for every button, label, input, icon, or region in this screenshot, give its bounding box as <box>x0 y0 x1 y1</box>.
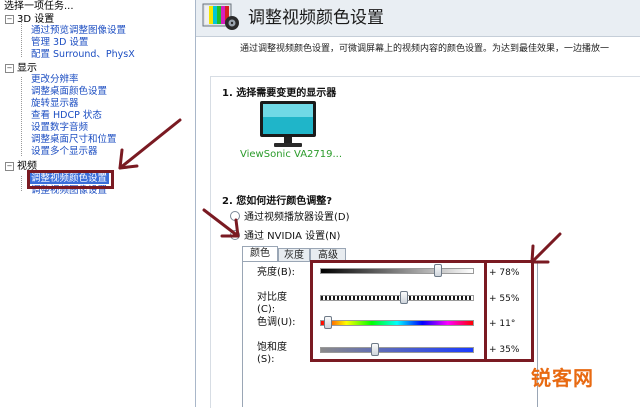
radio-button[interactable] <box>230 211 240 221</box>
sidebar-item-digital-audio[interactable]: 设置数字音频 <box>31 122 88 133</box>
sidebar-item-preview-image[interactable]: 通过预览调整图像设置 <box>31 25 126 36</box>
radio-label: 通过 NVIDIA 设置(N) <box>244 231 341 242</box>
tree-connector <box>21 176 22 191</box>
section-title-color-method: 2. 您如何进行颜色调整? <box>222 196 333 207</box>
sidebar-item-surround-physx[interactable]: 配置 Surround、PhysX <box>31 49 135 60</box>
tree-connector <box>21 77 22 156</box>
navigation-tree: 选择一项任务... −3D 设置 通过预览调整图像设置 管理 3D 设置 配置 … <box>0 0 196 407</box>
sidebar-item-hdcp-status[interactable]: 查看 HDCP 状态 <box>31 110 102 121</box>
tree-group-display[interactable]: − 显示 <box>5 63 37 74</box>
sidebar-item-multiple-displays[interactable]: 设置多个显示器 <box>31 146 98 157</box>
intro-text: 通过调整视频颜色设置，可微调屏幕上的视频内容的颜色设置。为达到最佳效果，一边播放… <box>240 44 610 54</box>
tree-group-3d-settings[interactable]: −3D 设置 <box>5 14 54 25</box>
slider-label-brightness: 亮度(B): <box>257 267 295 279</box>
watermark-text: 锐客网 <box>531 366 594 390</box>
radio-nvidia-settings[interactable]: 通过 NVIDIA 设置(N) <box>230 227 340 242</box>
sidebar-item-manage-3d[interactable]: 管理 3D 设置 <box>31 37 88 48</box>
tree-connector <box>21 22 22 57</box>
collapse-icon[interactable]: − <box>5 162 14 171</box>
slider-label-text: 饱和度 <box>257 342 287 353</box>
tree-group-label: 显示 <box>17 63 37 74</box>
annotation-box-values <box>484 260 534 362</box>
slider-label-text: 亮度(B): <box>257 267 296 278</box>
section-title-select-display: 1. 选择需要变更的显示器 <box>222 88 337 99</box>
slider-label-text: 对比度 <box>257 292 287 303</box>
task-header: 选择一项任务... <box>4 1 74 12</box>
slider-label-saturation: 饱和度 (S): <box>257 342 287 366</box>
slider-label-key: (S): <box>257 354 275 365</box>
radio-video-player-settings[interactable]: 通过视频播放器设置(D) <box>230 208 350 223</box>
monitor-icon[interactable] <box>258 100 318 150</box>
radio-button-selected[interactable] <box>230 230 240 240</box>
title-bar: 调整视频颜色设置 <box>196 0 640 37</box>
tree-group-label: 3D 设置 <box>17 14 55 25</box>
slider-label-key: (C): <box>257 304 276 315</box>
color-settings-icon <box>202 3 239 30</box>
annotation-box-sliders <box>310 260 487 362</box>
collapse-icon[interactable]: − <box>5 64 14 73</box>
annotation-box-sidebar <box>27 170 114 189</box>
tab-grayscale[interactable]: 灰度 <box>278 248 310 261</box>
tab-color[interactable]: 颜色 <box>242 246 278 261</box>
monitor-label[interactable]: ViewSonic VA2719... <box>240 149 342 160</box>
slider-label-text: 色调(U): <box>257 317 296 328</box>
collapse-icon[interactable]: − <box>5 15 14 24</box>
sidebar-item-desktop-color[interactable]: 调整桌面颜色设置 <box>31 86 107 97</box>
radio-label: 通过视频播放器设置(D) <box>244 212 350 223</box>
sidebar-item-desktop-size[interactable]: 调整桌面尺寸和位置 <box>31 134 117 145</box>
sidebar-item-resolution[interactable]: 更改分辨率 <box>31 74 79 85</box>
slider-label-contrast: 对比度 (C): <box>257 292 287 316</box>
slider-label-hue: 色调(U): <box>257 317 296 329</box>
sidebar-item-rotate-display[interactable]: 旋转显示器 <box>31 98 79 109</box>
page-title: 调整视频颜色设置 <box>248 8 384 28</box>
